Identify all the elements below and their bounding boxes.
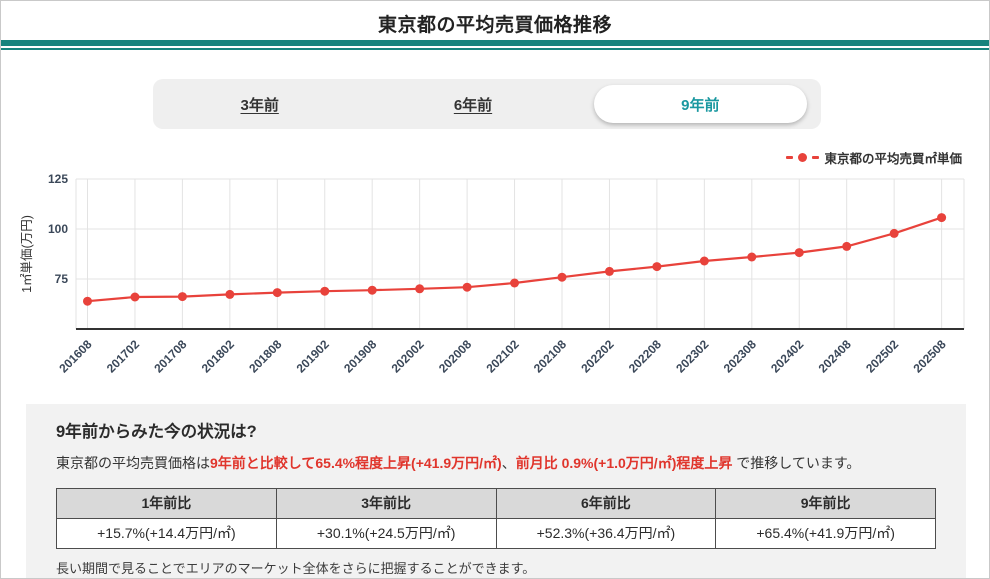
x-tick-label: 202002 bbox=[389, 337, 427, 375]
summary-section: 9年前からみた今の状況は? 東京都の平均売買価格は9年前と比較して65.4%程度… bbox=[26, 404, 966, 579]
x-tick-label: 201708 bbox=[151, 337, 189, 375]
page: 東京都の平均売買価格推移 3年前 6年前 9年前 東京都の平均売買㎡単価 751… bbox=[0, 0, 990, 579]
price-point bbox=[605, 267, 614, 276]
comparison-table: 1年前比 3年前比 6年前比 9年前比 +15.7%(+14.4万円/㎡) +3… bbox=[56, 488, 936, 549]
summary-text: 東京都の平均売買価格は9年前と比較して65.4%程度上昇(+41.9万円/㎡)、… bbox=[56, 454, 936, 474]
price-point bbox=[178, 292, 187, 301]
price-point bbox=[890, 229, 899, 238]
price-point bbox=[415, 284, 424, 293]
x-tick-label: 202108 bbox=[531, 337, 569, 375]
col-1year-value: +15.7%(+14.4万円/㎡) bbox=[57, 518, 277, 548]
x-tick-label: 202208 bbox=[626, 337, 664, 375]
col-6year-header: 6年前比 bbox=[496, 488, 716, 518]
price-point bbox=[368, 286, 377, 295]
divider-thin bbox=[1, 48, 989, 50]
x-tick-label: 202308 bbox=[721, 337, 759, 375]
y-tick-label: 75 bbox=[55, 272, 69, 286]
price-point bbox=[795, 248, 804, 257]
col-9year-header: 9年前比 bbox=[716, 488, 936, 518]
col-3year-header: 3年前比 bbox=[276, 488, 496, 518]
tab-9years-ago-label: 9年前 bbox=[681, 94, 719, 115]
price-point bbox=[130, 293, 139, 302]
price-point bbox=[700, 257, 709, 266]
price-point bbox=[652, 262, 661, 271]
summary-highlight-month: 前月比 0.9%(+1.0万円/㎡)程度上昇 bbox=[516, 455, 733, 471]
price-point bbox=[225, 290, 234, 299]
comparison-value-row: +15.7%(+14.4万円/㎡) +30.1%(+24.5万円/㎡) +52.… bbox=[57, 518, 936, 548]
x-tick-label: 201702 bbox=[104, 337, 142, 375]
col-6year-value: +52.3%(+36.4万円/㎡) bbox=[496, 518, 716, 548]
x-tick-label: 202102 bbox=[483, 337, 521, 375]
price-point bbox=[463, 283, 472, 292]
x-tick-label: 202202 bbox=[578, 337, 616, 375]
x-tick-label: 201608 bbox=[56, 337, 94, 375]
tab-6years-ago[interactable]: 6年前 bbox=[366, 79, 579, 129]
period-tabbar: 3年前 6年前 9年前 bbox=[153, 79, 821, 129]
price-point bbox=[320, 287, 329, 296]
y-tick-label: 125 bbox=[48, 172, 68, 186]
x-tick-label: 201808 bbox=[246, 337, 284, 375]
col-9year-value: +65.4%(+41.9万円/㎡) bbox=[716, 518, 936, 548]
page-title: 東京都の平均売買価格推移 bbox=[1, 10, 989, 37]
price-point bbox=[937, 213, 946, 222]
col-3year-value: +30.1%(+24.5万円/㎡) bbox=[276, 518, 496, 548]
price-trend-chart: 75 100 125 201608 201702201708 201802201808 20… bbox=[1, 141, 990, 381]
x-tick-label: 201802 bbox=[199, 337, 237, 375]
y-axis-label: 1㎡単価(万円) bbox=[20, 215, 34, 293]
price-point bbox=[558, 273, 567, 282]
price-point bbox=[842, 242, 851, 251]
x-tick-label: 201908 bbox=[341, 337, 379, 375]
summary-heading: 9年前からみた今の状況は? bbox=[56, 418, 936, 442]
col-1year-header: 1年前比 bbox=[57, 488, 277, 518]
price-point bbox=[273, 288, 282, 297]
tab-9years-ago[interactable]: 9年前 bbox=[594, 85, 807, 123]
comparison-header-row: 1年前比 3年前比 6年前比 9年前比 bbox=[57, 488, 936, 518]
x-tick-label: 202502 bbox=[863, 337, 901, 375]
summary-note: 長い期間で見ることでエリアのマーケット全体をさらに把握することができます。 bbox=[56, 558, 936, 577]
divider-thick bbox=[1, 40, 989, 46]
y-tick-label: 100 bbox=[48, 222, 68, 236]
tab-3years-ago-label: 3年前 bbox=[240, 94, 278, 115]
tab-6years-ago-label: 6年前 bbox=[454, 94, 492, 115]
x-tick-label: 202008 bbox=[436, 337, 474, 375]
price-point bbox=[510, 279, 519, 288]
x-tick-label: 202508 bbox=[911, 337, 949, 375]
x-tick-label: 202408 bbox=[816, 337, 854, 375]
x-tick-label: 202302 bbox=[673, 337, 711, 375]
price-point bbox=[83, 297, 92, 306]
price-point bbox=[747, 253, 756, 262]
x-tick-label: 202402 bbox=[768, 337, 806, 375]
tab-3years-ago[interactable]: 3年前 bbox=[153, 79, 366, 129]
summary-highlight-9y: 9年前と比較して65.4%程度上昇(+41.9万円/㎡) bbox=[210, 455, 502, 471]
x-tick-label: 201902 bbox=[294, 337, 332, 375]
